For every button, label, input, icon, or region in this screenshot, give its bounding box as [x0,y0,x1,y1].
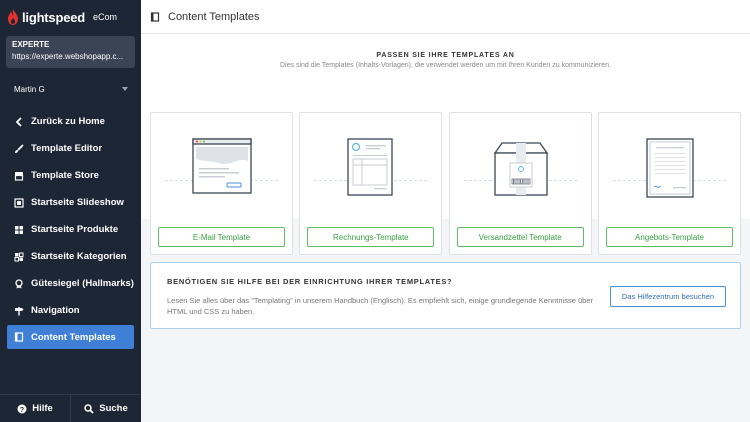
sidebar-item-label: Template Editor [31,143,103,154]
hero-subtitle: Dies sind die Templates (Inhalts-Vorlage… [280,62,611,69]
sidebar-item-label: Zurück zu Home [31,116,105,127]
lightspeed-flame-icon [8,9,18,25]
email-illustration-icon [192,138,252,194]
package-illustration-icon [493,142,548,196]
book-icon [150,11,160,22]
sidebar-item-hallmarks[interactable]: Gütesiegel (Hallmarks) [0,270,134,297]
sidebar-item-label: Navigation [31,305,80,316]
email-template-button[interactable]: E-Mail Template [158,227,285,247]
grid-icon [14,225,24,235]
visit-help-center-button[interactable]: Das Hilfezentrum besuchen [610,286,726,307]
caret-down-icon [122,87,128,91]
brand-product: eCom [93,12,118,22]
invoice-template-button[interactable]: Rechnungs-Template [307,227,435,247]
sidebar-item-label: Content Templates [31,331,116,343]
search-label: Suche [99,403,128,414]
template-card-quote: Angebots-Template [597,112,741,255]
main-content: Content Templates PASSEN SIE IHRE TEMPLA… [141,0,750,422]
award-icon [14,278,24,289]
sidebar-item-label: Template Store [31,170,99,181]
svg-text:?: ? [20,406,24,413]
template-cards: E-Mail Template Rechnungs-Template Versa… [150,112,741,255]
help-button[interactable]: ? Hilfe [0,395,70,422]
brand-name: lightspeed [22,9,86,25]
signpost-icon [14,306,24,316]
template-card-shipping: Versandzettel Template [448,112,592,255]
grid-icon [14,252,24,262]
sidebar-item-template-editor[interactable]: Template Editor [0,135,134,162]
help-panel: BENÖTIGEN SIE HILFE BEI DER EINRICHTUNG … [150,262,741,329]
invoice-illustration-icon [347,138,393,196]
sidebar-item-slideshow[interactable]: Startseite Slideshow [0,189,134,216]
shop-selector[interactable]: EXPERTE https://experte.webshopapp.c... [6,36,135,68]
sidebar-item-label: Gütesiegel (Hallmarks) [31,278,134,289]
template-card-email: E-Mail Template [150,112,293,255]
sidebar-item-products[interactable]: Startseite Produkte [0,216,134,243]
sidebar-item-label: Startseite Produkte [31,224,119,235]
sidebar-item-label: Startseite Kategorien [31,251,127,262]
book-icon [14,332,24,342]
sidebar-item-label: Startseite Slideshow [31,197,124,208]
chevron-left-icon [14,116,24,127]
sidebar-item-categories[interactable]: Startseite Kategorien [0,243,134,270]
shop-name: EXPERTE [12,40,50,49]
help-title: BENÖTIGEN SIE HILFE BEI DER EINRICHTUNG … [167,277,453,286]
sidebar-item-back-home[interactable]: Zurück zu Home [0,108,134,135]
sidebar-item-navigation[interactable]: Navigation [0,297,134,324]
topbar: Content Templates [141,0,750,34]
hero-heading: PASSEN SIE IHRE TEMPLATES AN [376,52,515,59]
template-card-invoice: Rechnungs-Template [299,112,443,255]
search-icon [84,403,94,414]
user-menu[interactable]: Martin G [0,76,141,102]
shop-url: https://experte.webshopapp.c... [12,52,124,61]
page-title: Content Templates [168,10,260,23]
help-label: Hilfe [32,403,53,414]
quote-illustration-icon [646,138,694,198]
sidebar-item-content-templates[interactable]: Content Templates [7,325,134,349]
sidebar-nav: Zurück zu Home Template Editor Template … [0,108,141,349]
store-icon [14,171,24,181]
slides-icon [14,197,24,208]
sidebar: lightspeed eCom EXPERTE https://experte.… [0,0,141,422]
search-button[interactable]: Suche [70,395,141,422]
help-text: Lesen Sie alles über das "Templating" in… [167,296,593,316]
shipping-template-button[interactable]: Versandzettel Template [456,227,584,247]
user-name: Martin G [14,84,45,94]
quote-template-button[interactable]: Angebots-Template [605,227,733,247]
brand[interactable]: lightspeed eCom [0,0,141,34]
sidebar-item-template-store[interactable]: Template Store [0,162,134,189]
brush-icon [14,143,24,154]
help-icon: ? [17,404,27,413]
sidebar-footer: ? Hilfe Suche [0,394,141,422]
